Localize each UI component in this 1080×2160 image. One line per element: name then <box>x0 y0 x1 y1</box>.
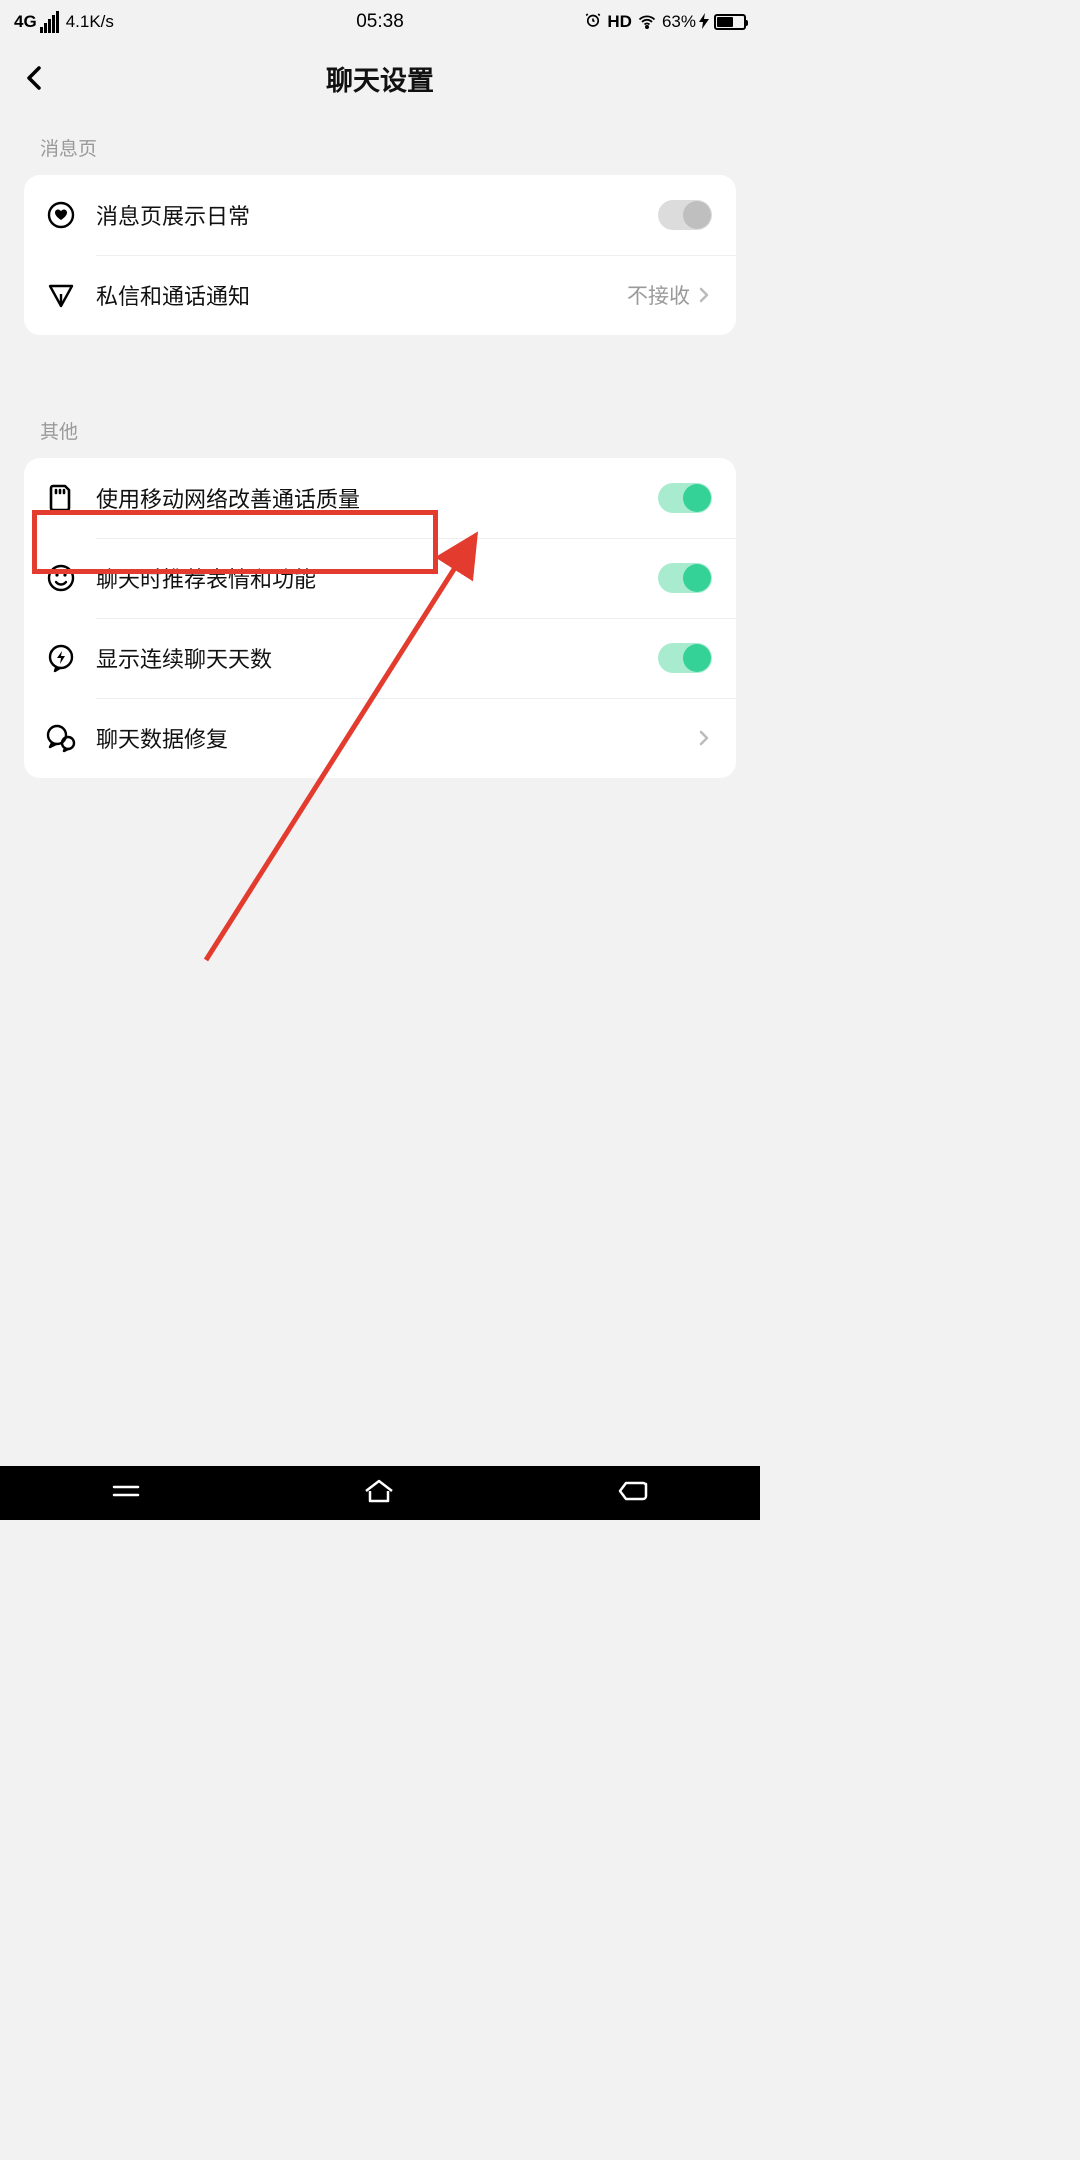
row-show-daily[interactable]: 消息页展示日常 <box>24 175 736 255</box>
row-recommend-emoji[interactable]: 聊天时推荐表情和功能 <box>24 538 736 618</box>
row-label: 消息页展示日常 <box>96 199 658 231</box>
toggle-recommend-emoji[interactable] <box>658 563 712 593</box>
chat-repair-icon <box>44 721 78 755</box>
battery-icon <box>714 14 746 30</box>
status-time: 05:38 <box>356 11 404 33</box>
system-nav-bar <box>0 1466 760 1520</box>
bolt-bubble-icon <box>44 641 78 675</box>
nav-back-button[interactable] <box>616 1478 650 1509</box>
row-label: 聊天数据修复 <box>96 722 696 754</box>
network-type: 4G <box>14 12 37 32</box>
toggle-streak-days[interactable] <box>658 643 712 673</box>
status-right: HD 63% <box>584 11 746 34</box>
card-other: 使用移动网络改善通话质量 聊天时推荐表情和功能 显示连续聊天天数 <box>24 458 736 778</box>
toggle-mobile-quality[interactable] <box>658 483 712 513</box>
status-bar: 4G 4.1K/s 05:38 HD 63% <box>0 0 760 44</box>
status-left: 4G 4.1K/s <box>14 11 114 33</box>
signal-bars-icon <box>40 11 59 33</box>
net-speed: 4.1K/s <box>66 12 114 32</box>
row-label: 显示连续聊天天数 <box>96 642 658 674</box>
wifi-icon <box>637 12 657 32</box>
row-repair-chat[interactable]: 聊天数据修复 <box>24 698 736 778</box>
page-title: 聊天设置 <box>326 59 434 98</box>
section-label-other: 其他 <box>0 395 760 458</box>
row-dm-notifications[interactable]: 私信和通话通知 不接收 <box>24 255 736 335</box>
battery-percent: 63% <box>662 12 696 32</box>
send-icon <box>44 278 78 312</box>
toggle-show-daily[interactable] <box>658 200 712 230</box>
charging-icon <box>699 13 709 32</box>
row-label: 使用移动网络改善通话质量 <box>96 482 658 514</box>
row-label: 私信和通话通知 <box>96 279 627 311</box>
page-header: 聊天设置 <box>0 44 760 112</box>
face-icon <box>44 561 78 595</box>
chevron-right-icon <box>696 287 712 303</box>
sim-icon <box>44 481 78 515</box>
alarm-icon <box>584 11 602 34</box>
row-label: 聊天时推荐表情和功能 <box>96 562 658 594</box>
nav-recents-button[interactable] <box>110 1479 142 1508</box>
heart-circle-icon <box>44 198 78 232</box>
nav-home-button[interactable] <box>362 1477 396 1510</box>
row-value: 不接收 <box>627 280 690 310</box>
hd-indicator: HD <box>607 12 632 32</box>
section-label-messages: 消息页 <box>0 112 760 175</box>
row-mobile-quality[interactable]: 使用移动网络改善通话质量 <box>24 458 736 538</box>
chevron-right-icon <box>696 730 712 746</box>
row-streak-days[interactable]: 显示连续聊天天数 <box>24 618 736 698</box>
card-messages: 消息页展示日常 私信和通话通知 不接收 <box>24 175 736 335</box>
back-button[interactable] <box>20 63 50 93</box>
